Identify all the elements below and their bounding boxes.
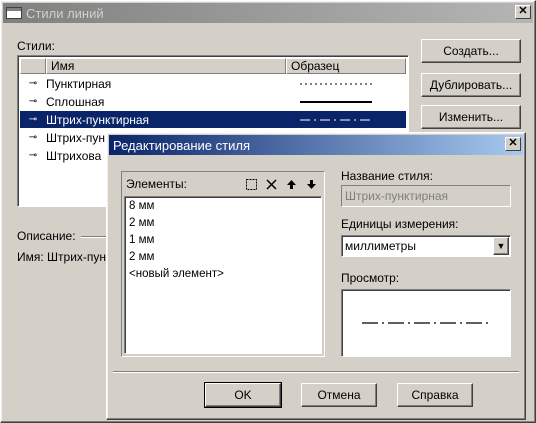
dialog-title: Редактирование стиля [113, 137, 250, 153]
line-style-icon: ⊸ [28, 132, 38, 143]
style-name-label: Название стиля: [341, 169, 433, 183]
list-item-selected[interactable]: ⊸ Штрих-пунктирная [20, 111, 406, 128]
new-element-icon[interactable] [244, 177, 258, 191]
dashdot-sample [300, 119, 372, 120]
move-up-icon[interactable] [284, 177, 298, 191]
main-title: Стили линий [26, 5, 104, 21]
window-icon [6, 7, 22, 19]
line-style-icon: ⊸ [28, 114, 38, 125]
list-item[interactable]: 1 мм [129, 234, 154, 246]
main-close-button[interactable]: ✕ [515, 5, 531, 19]
style-name-value: Штрих-пунктирная [345, 189, 449, 203]
chevron-down-icon[interactable]: ▼ [493, 237, 509, 255]
styles-label: Стили: [17, 39, 55, 53]
elements-panel: Элементы: 8 мм 2 мм 1 мм 2 мм <новый эле… [121, 171, 325, 357]
delete-icon[interactable] [264, 177, 278, 191]
column-header-name[interactable]: Имя [46, 58, 286, 74]
main-titlebar[interactable]: Стили линий ✕ [3, 3, 533, 23]
list-item[interactable]: ⊸ Пунктирная [20, 75, 406, 92]
column-header-sample[interactable]: Образец [286, 58, 406, 74]
list-item[interactable]: <новый элемент> [129, 268, 224, 280]
dialog-titlebar[interactable]: Редактирование стиля ✕ [109, 135, 523, 155]
list-item[interactable]: ⊸ Сплошная [20, 93, 406, 110]
list-item-label: Сплошная [46, 94, 105, 109]
ok-button[interactable]: OK [204, 382, 282, 408]
list-item[interactable]: 2 мм [129, 217, 154, 229]
edit-button[interactable]: Изменить... [421, 105, 521, 129]
list-item[interactable]: 2 мм [129, 251, 154, 263]
line-style-icon: ⊸ [28, 78, 38, 89]
column-header-blank [20, 58, 46, 74]
list-item-label: Штрих-пун [46, 130, 105, 145]
cancel-button[interactable]: Отмена [301, 383, 377, 407]
dialog-button-divider [113, 371, 519, 373]
help-button[interactable]: Справка [397, 383, 473, 407]
move-down-icon[interactable] [304, 177, 318, 191]
elements-list[interactable]: 8 мм 2 мм 1 мм 2 мм <новый элемент> [124, 196, 322, 354]
solid-sample [300, 100, 372, 103]
dialog-close-button[interactable]: ✕ [505, 137, 521, 151]
list-item-label: Штрихова [46, 148, 102, 163]
preview-box [341, 289, 511, 357]
preview-label: Просмотр: [341, 271, 400, 285]
units-label: Единицы измерения: [341, 217, 459, 231]
name-readout: Имя: Штрих-пун [17, 250, 107, 264]
list-item-label: Штрих-пунктирная [46, 112, 150, 127]
style-name-field: Штрих-пунктирная [341, 185, 511, 207]
elements-label: Элементы: [126, 177, 187, 191]
edit-style-dialog: Редактирование стиля ✕ Элементы: 8 мм 2 … [106, 132, 526, 420]
dotted-sample [300, 83, 372, 84]
description-label: Описание: [17, 229, 76, 243]
line-style-icon: ⊸ [28, 96, 38, 107]
duplicate-button[interactable]: Дублировать... [421, 73, 521, 97]
units-value: миллиметры [345, 239, 416, 253]
list-item[interactable]: 8 мм [129, 200, 154, 212]
preview-line [362, 322, 492, 324]
line-style-icon: ⊸ [28, 150, 38, 161]
units-select[interactable]: миллиметры ▼ [341, 235, 511, 257]
create-button[interactable]: Создать... [421, 39, 521, 63]
list-item-label: Пунктирная [46, 76, 112, 91]
